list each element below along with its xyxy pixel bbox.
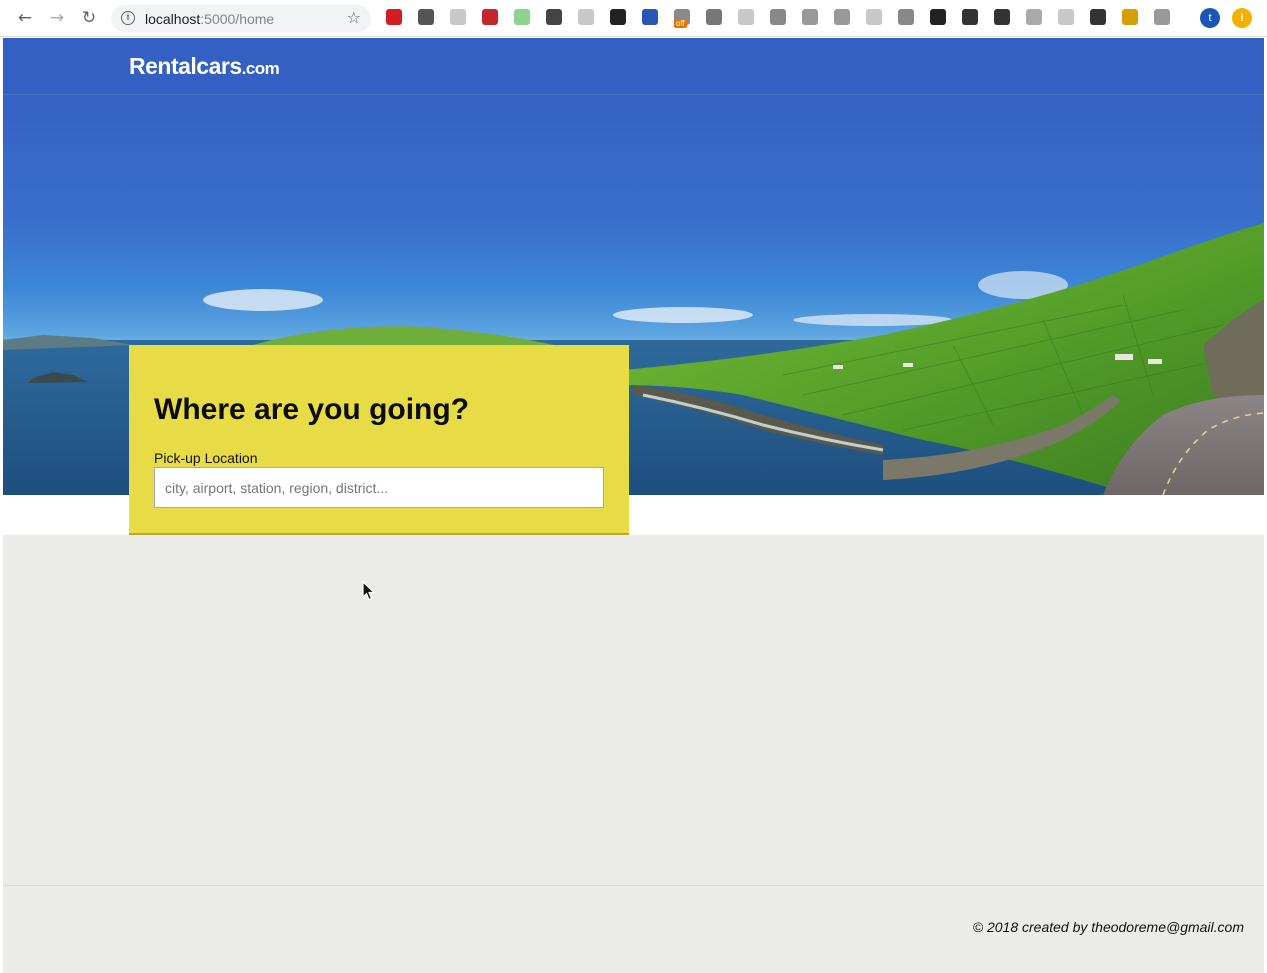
json-icon[interactable] xyxy=(994,9,1010,25)
pen-tool-icon[interactable] xyxy=(642,9,658,25)
pickup-location-label: Pick-up Location xyxy=(154,450,258,466)
logo-tld: .com xyxy=(241,59,280,78)
footer-divider xyxy=(3,885,1264,886)
profile-avatar[interactable]: t xyxy=(1200,8,1220,28)
site-logo[interactable]: Rentalcars.com xyxy=(129,53,280,80)
chat-icon[interactable] xyxy=(578,9,594,25)
sync-icon[interactable] xyxy=(546,9,562,25)
image-icon[interactable] xyxy=(1090,9,1106,25)
rocket-icon[interactable] xyxy=(770,9,786,25)
pickup-location-input[interactable] xyxy=(154,467,604,508)
user-secret-icon[interactable] xyxy=(1122,9,1138,25)
url-host: localhost xyxy=(145,11,201,27)
url-path: :5000/home xyxy=(200,11,275,27)
ghost-icon[interactable] xyxy=(450,9,466,25)
bookmark-star-icon[interactable]: ☆ xyxy=(347,8,361,27)
hand-icon[interactable] xyxy=(930,9,946,25)
back-arrow-icon[interactable]: ← xyxy=(15,8,35,28)
alert-icon[interactable]: ! xyxy=(1232,8,1252,28)
angular-icon[interactable] xyxy=(418,9,434,25)
mouse-pointer-icon xyxy=(362,581,376,601)
search-title: Where are you going? xyxy=(154,393,470,426)
puzzle-grey-icon[interactable] xyxy=(1026,9,1042,25)
counter-icon[interactable] xyxy=(1154,9,1170,25)
target-icon[interactable] xyxy=(834,9,850,25)
cards-icon[interactable] xyxy=(898,9,914,25)
url-text[interactable]: localhost:5000/home xyxy=(145,11,274,27)
page-viewport: Rentalcars.com Where are you going? Pick… xyxy=(3,38,1264,973)
site-header: Rentalcars.com xyxy=(3,38,1264,95)
extensions-bar: off xyxy=(386,9,1186,29)
github-icon[interactable] xyxy=(962,9,978,25)
angular-grey-icon[interactable] xyxy=(1058,9,1074,25)
reload-icon[interactable]: ↻ xyxy=(79,8,99,28)
globe-green-icon[interactable] xyxy=(514,9,530,25)
extension-badge: off xyxy=(674,19,687,28)
site-info-icon[interactable]: i xyxy=(121,11,135,25)
robot-icon[interactable] xyxy=(866,9,882,25)
footer-credit: © 2018 created by theodoreme@gmail.com xyxy=(972,919,1244,935)
code-icon[interactable] xyxy=(706,9,722,25)
opera-icon[interactable] xyxy=(386,9,402,25)
browser-toolbar: ← → ↻ i localhost:5000/home ☆ off t ! xyxy=(0,0,1267,37)
forward-arrow-icon[interactable]: → xyxy=(47,8,67,28)
puzzle-red-icon[interactable] xyxy=(482,9,498,25)
address-bar[interactable]: i localhost:5000/home ☆ xyxy=(111,5,371,32)
search-panel: Where are you going? Pick-up Location xyxy=(129,345,629,535)
brackets-icon[interactable] xyxy=(802,9,818,25)
rings-icon[interactable] xyxy=(738,9,754,25)
spy-icon[interactable] xyxy=(610,9,626,25)
castle-icon[interactable]: off xyxy=(674,9,690,28)
logo-text: Rentalcars xyxy=(129,53,242,79)
